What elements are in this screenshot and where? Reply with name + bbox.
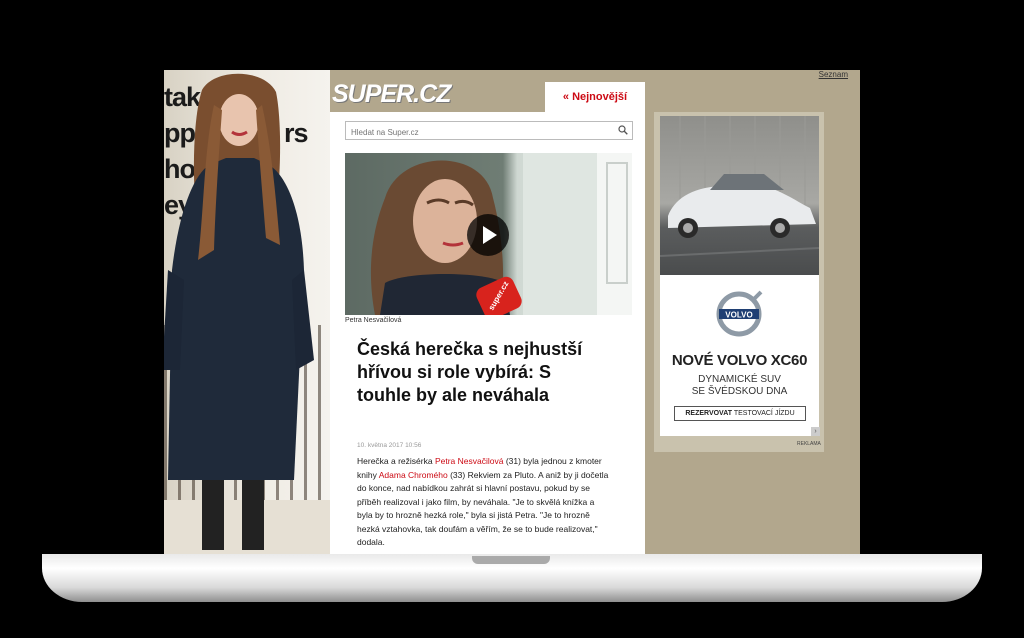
person-link[interactable]: Petra Nesvačilová [435, 456, 504, 466]
site-logo[interactable]: SUPER.CZ [332, 80, 451, 109]
volvo-logo-text: VOLVO [725, 311, 752, 320]
ad-car-photo [660, 116, 819, 275]
tab-latest[interactable]: « Nejnovější [545, 82, 645, 115]
perex-text: (33) Rekviem za Pluto. A aniž by ji doče… [357, 469, 609, 548]
play-icon[interactable] [466, 213, 510, 257]
ad-label: REKLAMA [797, 441, 821, 447]
volvo-ad[interactable]: VOLVO NOVÉ VOLVO XC60 DYNAMICKÉ SUV SE Š… [660, 116, 819, 436]
ad-subtitle: DYNAMICKÉ SUV SE ŠVÉDSKOU DNA [660, 374, 819, 398]
article-column: super.cz Petra Nesvačilová Česká herečka… [330, 112, 645, 554]
ad-subtitle-line: SE ŠVÉDSKOU DNA [691, 386, 788, 397]
ad-title: NOVÉ VOLVO XC60 [671, 352, 808, 369]
video-player[interactable]: super.cz [345, 153, 632, 315]
perex-text: Herečka a režisérka [357, 456, 435, 466]
volvo-logo-icon: VOLVO [716, 290, 763, 337]
article-headline[interactable]: Česká herečka s nejhustší hřívou si role… [357, 338, 607, 407]
promo-photo[interactable]: tak pp rs hot ey [164, 70, 330, 554]
ad-button-bold: REZERVOVAT [685, 410, 733, 417]
ad-button-rest: TESTOVACÍ JÍZDU [732, 410, 795, 417]
laptop-screen: Seznam tak pp rs hot ey SUPER.CZ « Nejno [164, 70, 860, 554]
search-box [345, 121, 633, 141]
article-perex: Herečka a režisérka Petra Nesvačilová (3… [357, 455, 609, 550]
laptop-notch [472, 556, 550, 564]
search-input[interactable] [346, 124, 606, 141]
person-link[interactable]: Adama Chromého [379, 470, 448, 480]
book-test-drive-button[interactable]: REZERVOVAT TESTOVACÍ JÍZDU [674, 406, 806, 421]
ad-subtitle-line: DYNAMICKÉ SUV [698, 374, 781, 385]
search-icon[interactable] [618, 125, 628, 135]
woman-figure [164, 73, 314, 550]
photo-caption: Petra Nesvačilová [345, 317, 402, 324]
ad-info-icon[interactable]: › [811, 427, 820, 436]
seznam-link[interactable]: Seznam [819, 70, 848, 79]
article-date: 10. května 2017 10:56 [357, 442, 422, 449]
